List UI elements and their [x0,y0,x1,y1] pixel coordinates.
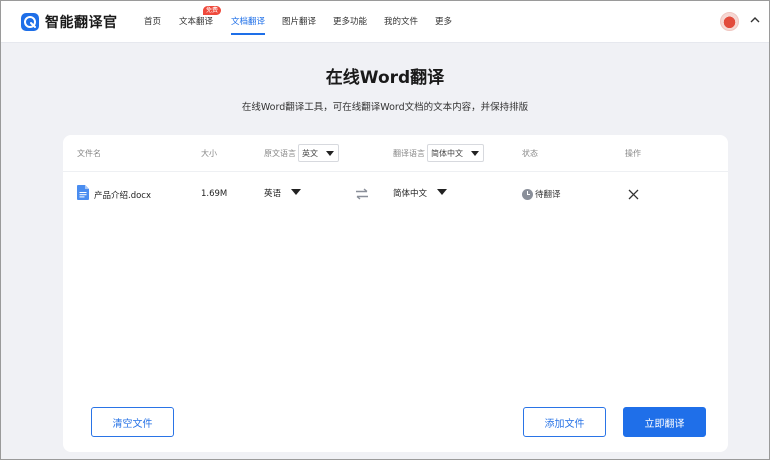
source-lang-select-value: 英文 [302,149,318,158]
app-logo[interactable]: 智能翻译官 [21,12,118,32]
row-source-lang-value: 英语 [264,189,282,199]
column-header-target-lang: 翻译语言 [393,149,425,158]
page-subtitle: 在线Word翻译工具，可在线翻译Word文档的文本内容，并保持排版 [241,102,529,113]
row-target-lang-value: 简体中文 [393,189,428,199]
row-size: 1.69M [201,189,228,199]
nav-item-text-translate[interactable]: 文本翻译 [179,15,213,27]
column-header-source-lang: 原文语言 [264,149,296,158]
column-header-filename: 文件名 [77,149,101,158]
nav-item-home[interactable]: 首页 [144,15,161,27]
column-header-size: 大小 [201,149,217,158]
word-doc-icon [77,185,89,200]
source-lang-select[interactable]: 英文 [298,144,339,162]
top-navbar: 智能翻译官 首页 文本翻译 文档翻译 图片翻译 更多功能 我的文件 更多 免费 [1,1,769,43]
nav-item-doc-translate[interactable]: 文档翻译 [231,15,266,35]
caret-down-icon [471,151,479,156]
target-lang-select-value: 简体中文 [431,149,463,158]
column-header-status: 状态 [522,149,538,158]
row-source-lang-select[interactable]: 英语 [264,187,302,199]
row-filename: 产品介绍.docx [94,191,152,201]
caret-down-icon [437,189,448,195]
user-avatar[interactable] [720,12,739,31]
swap-languages-icon[interactable] [355,188,369,200]
clear-files-button[interactable]: 清空文件 [91,407,174,437]
row-status: 待翻译 [522,188,561,200]
nav-item-image-translate[interactable]: 图片翻译 [282,15,316,27]
free-badge: 免费 [203,6,222,15]
nav-item-more-features[interactable]: 更多功能 [333,15,367,27]
clock-icon [522,188,533,200]
chevron-up-icon[interactable] [750,16,760,24]
close-icon[interactable] [628,189,639,200]
add-file-button[interactable]: 添加文件 [523,407,606,437]
logo-icon [21,13,39,31]
column-header-action: 操作 [625,149,641,158]
nav-item-more[interactable]: 更多 [435,15,452,27]
page-title: 在线Word翻译 [325,68,445,88]
header-divider [63,171,728,172]
target-lang-select[interactable]: 简体中文 [427,144,484,162]
nav-item-my-files[interactable]: 我的文件 [384,15,418,27]
caret-down-icon [291,189,302,195]
row-status-label: 待翻译 [535,190,561,200]
translate-now-button[interactable]: 立即翻译 [623,407,706,437]
logo-text: 智能翻译官 [45,15,118,31]
file-list-card: 文件名 大小 原文语言 英文 翻译语言 简体中文 状态 操作 产品介绍.docx… [63,135,728,452]
row-target-lang-select[interactable]: 简体中文 [393,187,448,199]
caret-down-icon [326,151,334,156]
